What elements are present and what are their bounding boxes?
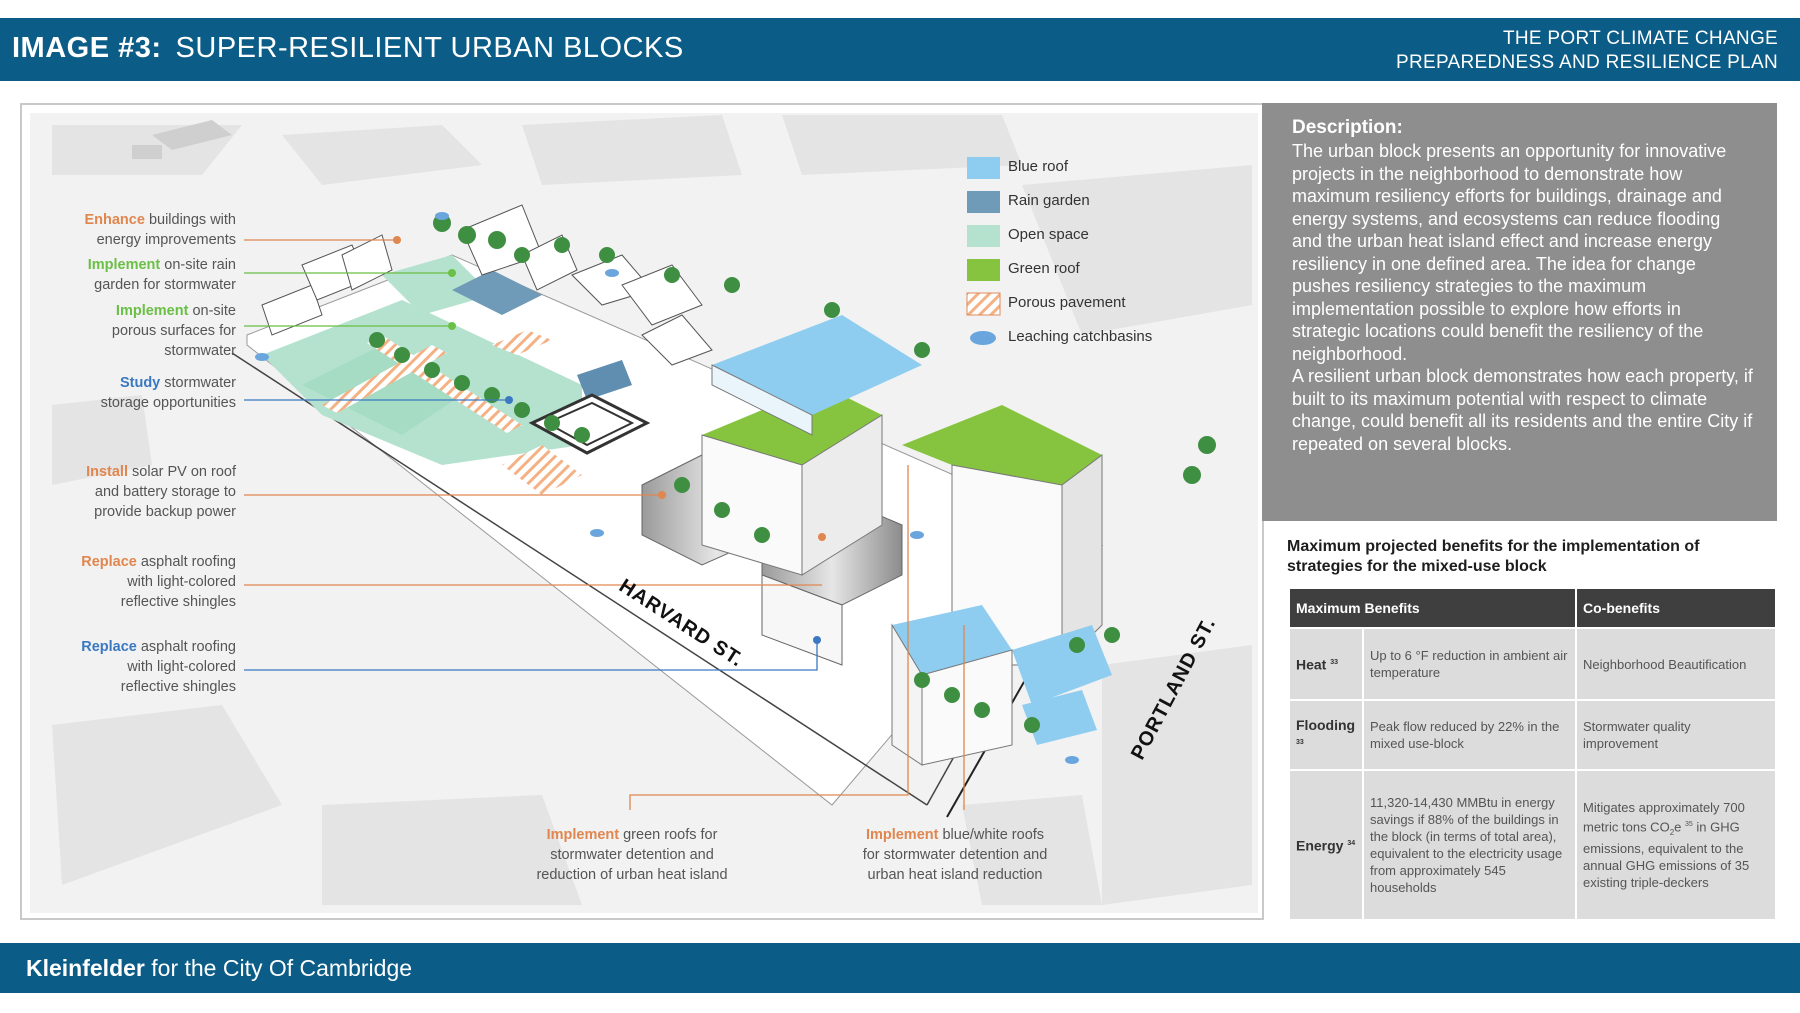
annotation-text: porous surfaces for — [111, 323, 236, 339]
legend-porous-pavement: Porous pavement — [1008, 294, 1126, 311]
footer-org: Kleinfelder — [26, 955, 145, 981]
annotation-stormwater-storage: Study stormwater storage opportunities — [42, 373, 236, 413]
annotation-text: reflective shingles — [120, 679, 236, 695]
plan-name-line2: PREPAREDNESS AND RESILIENCE PLAN — [1396, 52, 1778, 73]
annotation-text: solar PV on roof — [128, 464, 236, 480]
annotation-text: urban heat island reduction — [867, 867, 1043, 883]
annotation-text: asphalt roofing — [136, 554, 236, 570]
annotation-porous-surfaces: Implement on-site porous surfaces for st… — [42, 301, 236, 361]
annotation-text: with light-colored — [127, 574, 236, 590]
row-key-text: Flooding — [1296, 716, 1356, 733]
annotation-replace-roofing-orange: Replace asphalt roofing with light-color… — [42, 552, 236, 612]
annotation-replace-roofing-blue: Replace asphalt roofing with light-color… — [42, 637, 236, 697]
plan-name-line1: THE PORT CLIMATE CHANGE — [1502, 28, 1778, 49]
annotation-text: on-site rain — [160, 257, 236, 273]
annotation-rain-garden: Implement on-site rain garden for stormw… — [42, 255, 236, 295]
legend-blue-roof: Blue roof — [1008, 158, 1069, 175]
annotation-verb: Implement — [865, 827, 939, 843]
cell-co-benefit: Mitigates approximately 700 metric tons … — [1575, 769, 1777, 921]
page-title: IMAGE #3: SUPER-RESILIENT URBAN BLOCKS — [12, 32, 684, 65]
block-illustration: Blue roof Rain garden Open space Green r… — [20, 103, 1264, 920]
table-row: Heat 33 Up to 6 °F reduction in ambient … — [1288, 627, 1777, 701]
description-panel: Description: The urban block presents an… — [1262, 103, 1777, 521]
annotation-text: buildings with — [144, 212, 236, 228]
footnote-ref: 34 — [1347, 840, 1356, 848]
row-key-text: Energy — [1296, 837, 1344, 854]
legend-green-roof: Green roof — [1008, 260, 1080, 277]
annotation-verb: Replace — [81, 639, 137, 655]
co-benefit-text: e — [1674, 818, 1682, 834]
annotation-text: blue/white roofs — [938, 827, 1045, 843]
description-heading: Description: — [1292, 117, 1403, 138]
annotation-text: storage opportunities — [100, 395, 236, 411]
table-header-row: Maximum Benefits Co-benefits — [1288, 587, 1777, 629]
plan-name: THE PORT CLIMATE CHANGE PREPAREDNESS AND… — [1396, 27, 1778, 75]
cell-co-benefit: Neighborhood Beautification — [1575, 627, 1777, 701]
annotation-text: reflective shingles — [120, 594, 236, 610]
legend-open-space: Open space — [1008, 226, 1089, 243]
annotation-green-roofs: Implement green roofs for stormwater det… — [502, 825, 762, 885]
annotation-text: for stormwater detention and — [862, 847, 1048, 863]
table-row: Flooding 33 Peak flow reduced by 22% in … — [1288, 699, 1777, 771]
annotation-text: asphalt roofing — [136, 639, 236, 655]
annotation-text: stormwater — [164, 343, 236, 359]
annotation-text: on-site — [188, 303, 236, 319]
benefits-table: Maximum Benefits Co-benefits Heat 33 Up … — [1288, 587, 1777, 921]
annotation-verb: Enhance — [84, 212, 145, 228]
description-paragraph-1: The urban block presents an opportunity … — [1292, 141, 1727, 364]
annotation-text: reduction of urban heat island — [536, 867, 728, 883]
annotation-verb: Replace — [81, 554, 137, 570]
footer-suffix: for the City Of Cambridge — [151, 955, 413, 981]
legend-rain-garden: Rain garden — [1008, 192, 1090, 209]
annotation-text: with light-colored — [127, 659, 236, 675]
annotation-text: garden for stormwater — [94, 277, 236, 293]
table-row: Energy 34 11,320-14,430 MMBtu in energy … — [1288, 769, 1777, 921]
annotation-text: stormwater — [160, 375, 236, 391]
row-key-flooding: Flooding 33 — [1288, 699, 1364, 771]
cell-max-benefit: 11,320-14,430 MMBtu in energy savings if… — [1362, 769, 1577, 921]
annotation-text: provide backup power — [94, 504, 236, 520]
annotation-solar-pv: Install solar PV on roof and battery sto… — [42, 462, 236, 522]
cell-max-benefit: Peak flow reduced by 22% in the mixed us… — [1362, 699, 1577, 771]
annotation-verb: Study — [119, 375, 161, 391]
legend-leaching-catchbasins: Leaching catchbasins — [1008, 328, 1153, 345]
annotation-text: energy improvements — [96, 232, 236, 248]
annotation-verb: Implement — [115, 303, 189, 319]
row-key-text: Heat — [1296, 656, 1327, 673]
benefits-title: Maximum projected benefits for the imple… — [1287, 538, 1700, 575]
annotation-enhance-buildings: Enhance buildings with energy improvemen… — [42, 210, 236, 250]
annotation-text: and battery storage to — [94, 484, 236, 500]
cell-co-benefit: Stormwater quality improvement — [1575, 699, 1777, 771]
footnote-ref: 33 — [1296, 738, 1304, 746]
title-text: SUPER-RESILIENT URBAN BLOCKS — [175, 32, 684, 64]
footnote-ref: 35 — [1685, 820, 1693, 828]
footer-bar: Kleinfelder for the City Of Cambridge — [0, 943, 1800, 993]
image-label: IMAGE #3: — [12, 32, 162, 64]
row-key-energy: Energy 34 — [1288, 769, 1364, 921]
annotation-text: green roofs for — [619, 827, 718, 843]
annotation-verb: Implement — [87, 257, 161, 273]
annotation-blue-white-roofs: Implement blue/white roofs for stormwate… — [830, 825, 1080, 885]
description-paragraph-2: A resilient urban block demonstrates how… — [1292, 366, 1753, 454]
column-header-co-benefits: Co-benefits — [1575, 587, 1777, 629]
annotation-verb: Install — [86, 464, 128, 480]
annotation-text: stormwater detention and — [550, 847, 714, 863]
cell-max-benefit: Up to 6 °F reduction in ambient air temp… — [1362, 627, 1577, 701]
annotation-verb: Implement — [546, 827, 620, 843]
column-header-maximum-benefits: Maximum Benefits — [1288, 587, 1577, 629]
header-bar: IMAGE #3: SUPER-RESILIENT URBAN BLOCKS TH… — [0, 18, 1800, 81]
row-key-heat: Heat 33 — [1288, 627, 1364, 701]
footer-credit: Kleinfelder for the City Of Cambridge — [26, 955, 412, 982]
footnote-ref: 33 — [1330, 659, 1339, 667]
